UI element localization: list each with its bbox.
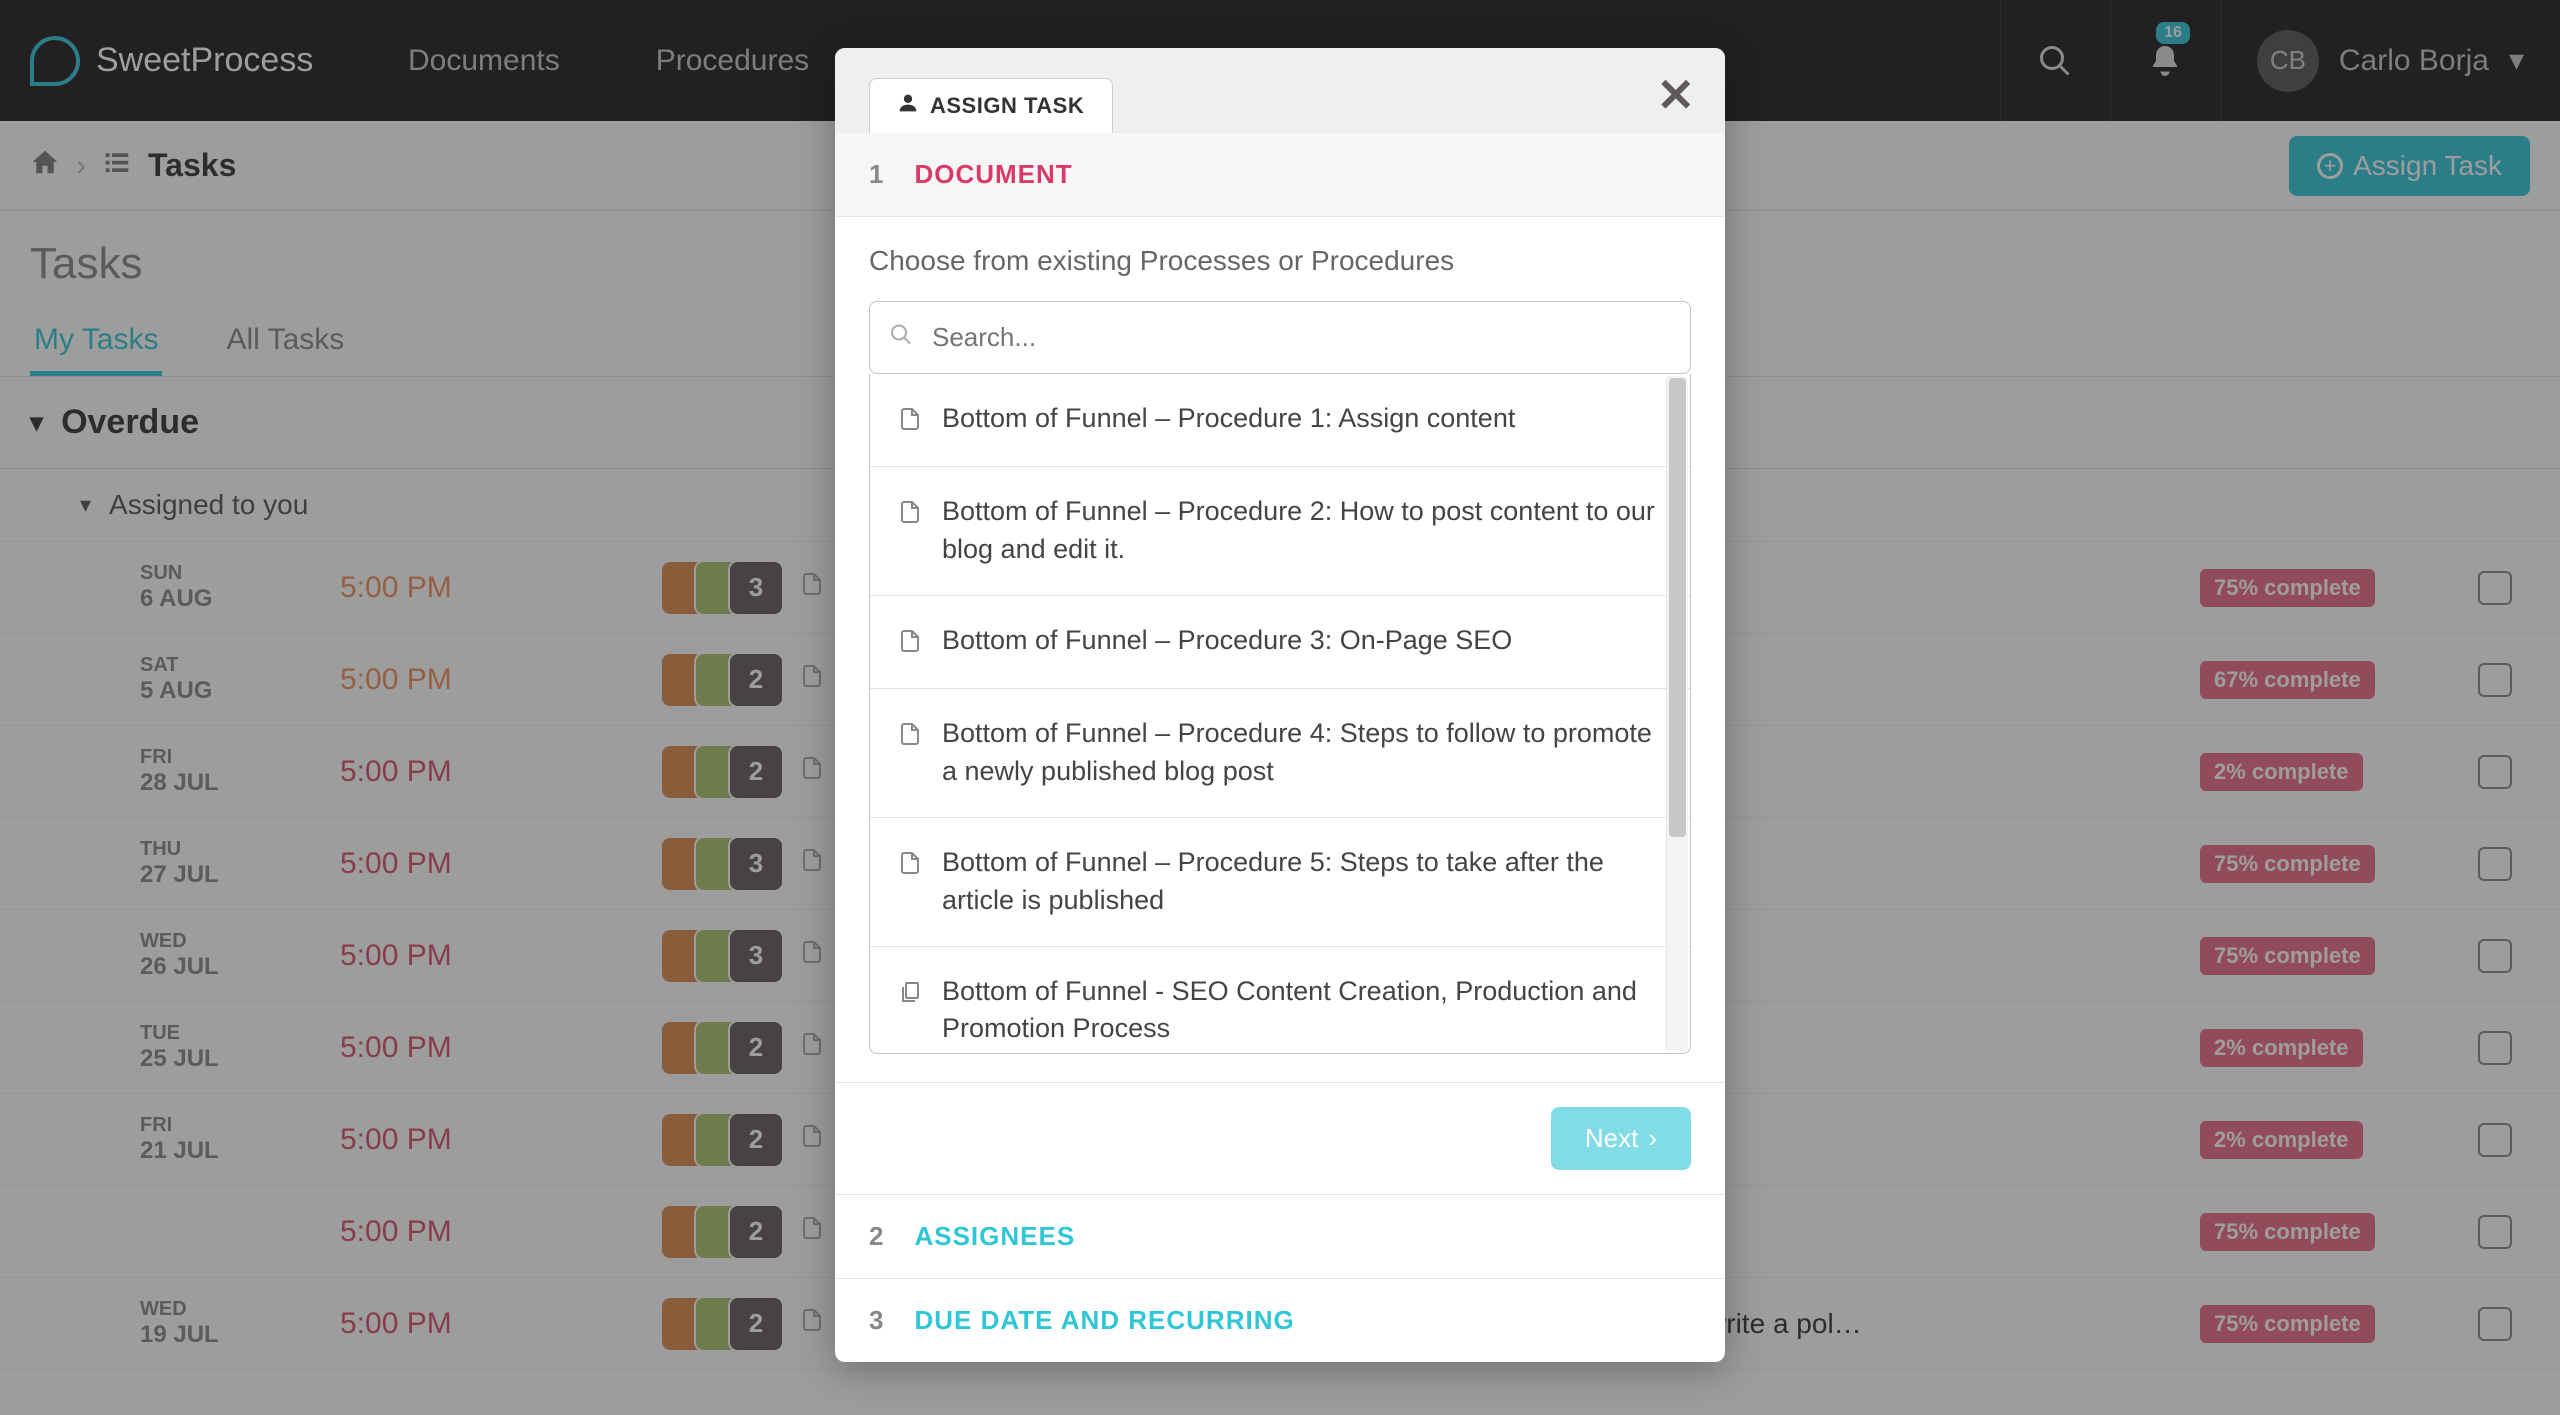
modal-header: ASSIGN TASK ✕ [835,48,1725,133]
next-button-label: Next [1585,1123,1638,1154]
procedure-item[interactable]: Bottom of Funnel – Procedure 2: How to p… [870,467,1690,596]
procedure-label: Bottom of Funnel – Procedure 5: Steps to… [942,844,1662,920]
procedure-item[interactable]: Bottom of Funnel – Procedure 1: Assign c… [870,374,1690,467]
step-due-date[interactable]: 3 DUE DATE AND RECURRING [835,1279,1725,1362]
procedure-item[interactable]: Bottom of Funnel - SEO Content Creation,… [870,947,1690,1054]
step-number: 3 [869,1305,884,1336]
step-label: ASSIGNEES [914,1221,1075,1252]
person-icon [898,93,918,119]
step-number: 1 [869,159,884,190]
document-icon [898,404,922,440]
search-input[interactable] [869,301,1691,374]
step-document[interactable]: 1 DOCUMENT [835,133,1725,217]
document-icon [898,848,922,884]
step-label: DOCUMENT [914,159,1072,190]
chevron-right-icon: › [1648,1123,1657,1154]
document-icon [898,977,922,1013]
document-icon [898,626,922,662]
step-assignees[interactable]: 2 ASSIGNEES [835,1195,1725,1279]
procedure-item[interactable]: Bottom of Funnel – Procedure 3: On-Page … [870,596,1690,689]
close-icon[interactable]: ✕ [1656,68,1695,122]
procedure-label: Bottom of Funnel – Procedure 4: Steps to… [942,715,1662,791]
search-icon [889,322,913,353]
procedure-item[interactable]: Bottom of Funnel – Procedure 4: Steps to… [870,689,1690,818]
assign-task-modal: ASSIGN TASK ✕ 1 DOCUMENT Choose from exi… [835,48,1725,1362]
procedure-list: Bottom of Funnel – Procedure 1: Assign c… [869,374,1691,1054]
scrollbar[interactable] [1666,376,1688,1051]
step-number: 2 [869,1221,884,1252]
procedure-item[interactable]: Bottom of Funnel – Procedure 5: Steps to… [870,818,1690,947]
next-button-row: Next › [835,1083,1725,1195]
step-label: DUE DATE AND RECURRING [914,1305,1294,1336]
procedure-label: Bottom of Funnel – Procedure 3: On-Page … [942,622,1512,660]
step-document-body: Choose from existing Processes or Proced… [835,217,1725,1083]
procedure-label: Bottom of Funnel – Procedure 1: Assign c… [942,400,1515,438]
scrollbar-thumb[interactable] [1669,378,1686,837]
modal-tab-label: ASSIGN TASK [930,93,1084,119]
next-button[interactable]: Next › [1551,1107,1691,1170]
procedure-label: Bottom of Funnel – Procedure 2: How to p… [942,493,1662,569]
search-wrap [869,301,1691,374]
document-icon [898,719,922,755]
procedure-label: Bottom of Funnel - SEO Content Creation,… [942,973,1662,1049]
modal-tab-assign: ASSIGN TASK [869,78,1113,133]
step-instruction: Choose from existing Processes or Proced… [869,245,1691,277]
document-icon [898,497,922,533]
